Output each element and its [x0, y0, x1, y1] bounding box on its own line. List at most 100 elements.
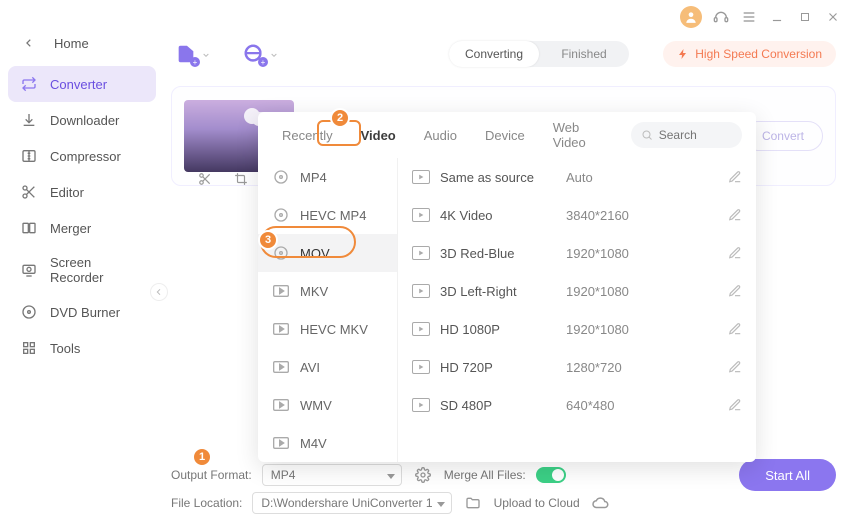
plus-badge-icon: +	[190, 57, 200, 67]
resolution-option[interactable]: HD 1080P1920*1080	[398, 310, 756, 348]
resolution-option[interactable]: 3D Left-Right1920*1080	[398, 272, 756, 310]
edit-preset-icon[interactable]	[728, 322, 742, 336]
sidebar-collapse-button[interactable]	[150, 283, 168, 301]
resolution-name: HD 1080P	[440, 322, 556, 337]
format-option[interactable]: WMV	[258, 386, 397, 424]
edit-preset-icon[interactable]	[728, 208, 742, 222]
home-link[interactable]: Home	[8, 28, 156, 66]
format-option[interactable]: M4V	[258, 424, 397, 462]
sidebar-item-editor[interactable]: Editor	[8, 174, 156, 210]
sidebar-item-compressor[interactable]: Compressor	[8, 138, 156, 174]
play-icon	[412, 284, 430, 298]
tab-finished[interactable]: Finished	[539, 47, 629, 61]
edit-preset-icon[interactable]	[728, 360, 742, 374]
start-all-label: Start All	[765, 468, 810, 483]
resolution-name: SD 480P	[440, 398, 556, 413]
resolution-option[interactable]: Same as sourceAuto	[398, 158, 756, 196]
merge-label: Merge All Files:	[444, 468, 526, 482]
grid-icon	[20, 339, 38, 357]
sidebar-item-converter[interactable]: Converter	[8, 66, 156, 102]
format-icon	[272, 284, 290, 298]
resolution-name: HD 720P	[440, 360, 556, 375]
popup-tab-video[interactable]: Video	[351, 122, 406, 149]
format-option[interactable]: MOV	[258, 234, 397, 272]
sidebar-item-label: DVD Burner	[50, 305, 120, 320]
search-input[interactable]	[659, 128, 729, 142]
format-label: MKV	[300, 284, 328, 299]
support-icon[interactable]	[712, 8, 730, 26]
format-option[interactable]: AVI	[258, 348, 397, 386]
merge-toggle[interactable]	[536, 467, 566, 483]
window-maximize-icon[interactable]	[796, 8, 814, 26]
tab-converting[interactable]: Converting	[449, 41, 539, 67]
chevron-down-icon	[202, 51, 210, 59]
play-icon	[412, 322, 430, 336]
file-location-select[interactable]: D:\Wondershare UniConverter 1	[252, 492, 451, 514]
format-option[interactable]: MKV	[258, 272, 397, 310]
high-speed-conversion-button[interactable]: High Speed Conversion	[663, 41, 836, 67]
avatar[interactable]	[680, 6, 702, 28]
compress-icon	[20, 147, 38, 165]
sidebar-item-merger[interactable]: Merger	[8, 210, 156, 246]
hamburger-menu-icon[interactable]	[740, 8, 758, 26]
search-icon	[641, 129, 653, 141]
popup-tab-audio[interactable]: Audio	[414, 122, 467, 149]
sidebar-item-label: Converter	[50, 77, 107, 92]
open-folder-icon[interactable]	[462, 492, 484, 514]
converting-finished-segment: Converting Finished	[449, 41, 629, 67]
resolution-name: Same as source	[440, 170, 556, 185]
annotation-badge-2: 2	[330, 108, 350, 128]
add-file-button[interactable]: +	[171, 40, 201, 68]
file-location-label: File Location:	[171, 496, 242, 510]
format-icon	[272, 170, 290, 184]
format-search[interactable]	[631, 122, 742, 148]
convert-label: Convert	[762, 129, 804, 143]
edit-preset-icon[interactable]	[728, 284, 742, 298]
resolution-option[interactable]: HD 720P1280*720	[398, 348, 756, 386]
sidebar-item-screen-recorder[interactable]: Screen Recorder	[8, 246, 156, 294]
format-icon	[272, 246, 290, 260]
sidebar-item-tools[interactable]: Tools	[8, 330, 156, 366]
sidebar-item-dvd-burner[interactable]: DVD Burner	[8, 294, 156, 330]
back-icon	[20, 34, 38, 52]
crop-icon[interactable]	[234, 172, 248, 194]
add-url-button[interactable]: +	[239, 40, 269, 68]
resolution-option[interactable]: 4K Video3840*2160	[398, 196, 756, 234]
disc-icon	[20, 303, 38, 321]
start-all-button[interactable]: Start All	[739, 459, 836, 491]
resolution-option[interactable]: SD 480P 640*480	[398, 386, 756, 424]
output-format-select[interactable]: MP4	[262, 464, 402, 486]
annotation-badge-3: 3	[258, 230, 278, 250]
resolution-dimensions: 1920*1080	[566, 246, 718, 261]
popup-tab-web-video[interactable]: Web Video	[543, 114, 623, 156]
resolution-dimensions: 640*480	[566, 398, 718, 413]
window-close-icon[interactable]	[824, 8, 842, 26]
sidebar-item-label: Compressor	[50, 149, 121, 164]
format-label: HEVC MKV	[300, 322, 368, 337]
edit-preset-icon[interactable]	[728, 246, 742, 260]
resolution-name: 3D Red-Blue	[440, 246, 556, 261]
converter-icon	[20, 75, 38, 93]
window-minimize-icon[interactable]	[768, 8, 786, 26]
edit-preset-icon[interactable]	[728, 398, 742, 412]
sidebar: Home Converter Downloader Compressor Edi…	[8, 28, 156, 366]
format-option[interactable]: MP4	[258, 158, 397, 196]
edit-preset-icon[interactable]	[728, 170, 742, 184]
sidebar-item-label: Editor	[50, 185, 84, 200]
cloud-icon[interactable]	[590, 492, 612, 514]
popup-tab-device[interactable]: Device	[475, 122, 535, 149]
scissors-icon	[20, 183, 38, 201]
sidebar-item-label: Merger	[50, 221, 91, 236]
lightning-icon	[677, 48, 689, 60]
chevron-down-icon	[270, 51, 278, 59]
trim-icon[interactable]	[198, 172, 212, 194]
format-icon	[272, 208, 290, 222]
home-label: Home	[54, 36, 89, 51]
sidebar-item-downloader[interactable]: Downloader	[8, 102, 156, 138]
format-option[interactable]: HEVC MKV	[258, 310, 397, 348]
popup-tab-recently[interactable]: Recently	[272, 122, 343, 149]
settings-icon[interactable]	[412, 464, 434, 486]
format-option[interactable]: HEVC MP4	[258, 196, 397, 234]
resolution-name: 4K Video	[440, 208, 556, 223]
resolution-option[interactable]: 3D Red-Blue 1920*1080	[398, 234, 756, 272]
